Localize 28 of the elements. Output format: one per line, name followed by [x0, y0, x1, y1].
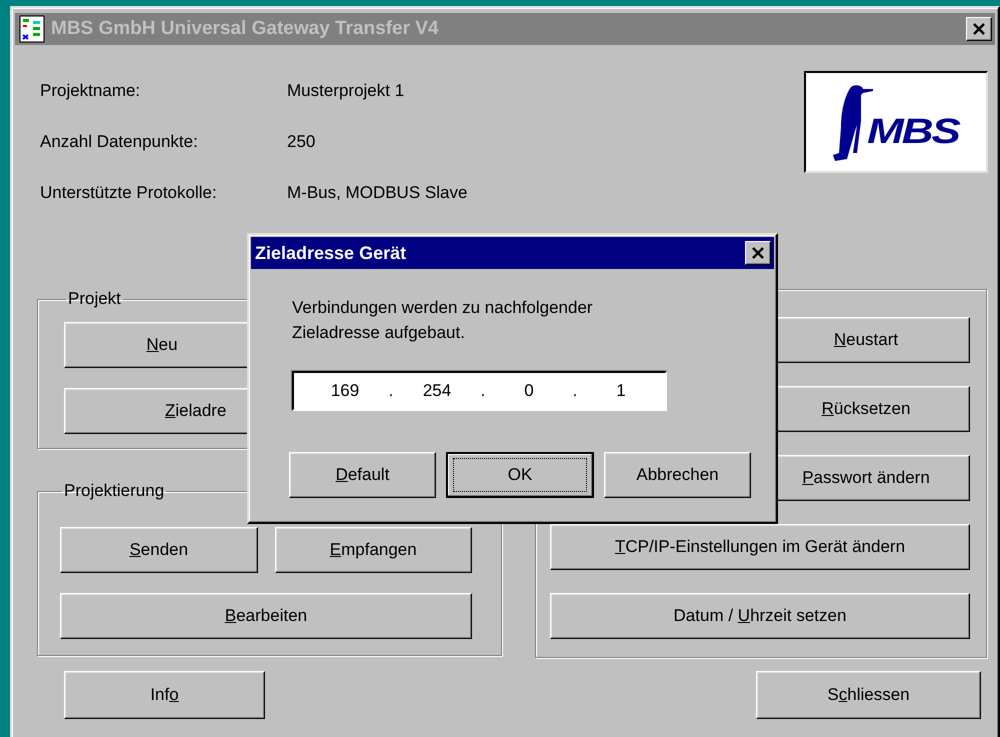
- push-button[interactable]: TCP/IP-Einstellungen im Gerät ändern: [550, 524, 970, 570]
- push-button[interactable]: Abbrechen: [604, 452, 751, 498]
- field-value: M-Bus, MODBUS Slave: [287, 182, 468, 202]
- push-button[interactable]: Info: [64, 671, 265, 719]
- push-button[interactable]: Empfangen: [274, 527, 472, 573]
- push-button[interactable]: Bearbeiten: [60, 593, 472, 639]
- window-title: MBS GmbH Universal Gateway Transfer V4: [51, 18, 440, 40]
- field-value: 250: [287, 132, 316, 152]
- push-button[interactable]: Default: [289, 452, 436, 498]
- push-button[interactable]: Schliessen: [756, 671, 981, 719]
- group-label: Projekt: [67, 289, 122, 309]
- close-icon: [751, 247, 765, 259]
- field-label: Unterstützte Protokolle:: [40, 182, 218, 202]
- dialog-title: Zieladresse Gerät: [255, 242, 408, 264]
- ip-address-field[interactable]: 169 . 254 . 0 . 1: [292, 371, 667, 411]
- field-value: Musterprojekt 1: [287, 80, 406, 100]
- logo-text: MBS: [867, 112, 959, 152]
- push-button[interactable]: Senden: [60, 527, 258, 573]
- close-icon: [972, 23, 986, 35]
- group-label: Projektierung: [63, 481, 166, 501]
- close-button[interactable]: [745, 241, 771, 265]
- push-button[interactable]: Datum / Uhrzeit setzen: [550, 593, 970, 639]
- push-button[interactable]: OK: [446, 452, 594, 498]
- close-button[interactable]: [966, 17, 992, 41]
- field-label: Anzahl Datenpunkte:: [40, 132, 199, 152]
- message-text: Verbindungen werden zu nachfolgender Zieladresse aufgebaut.: [292, 297, 594, 344]
- app-icon: [19, 15, 45, 43]
- field-label: Projektname:: [40, 80, 142, 100]
